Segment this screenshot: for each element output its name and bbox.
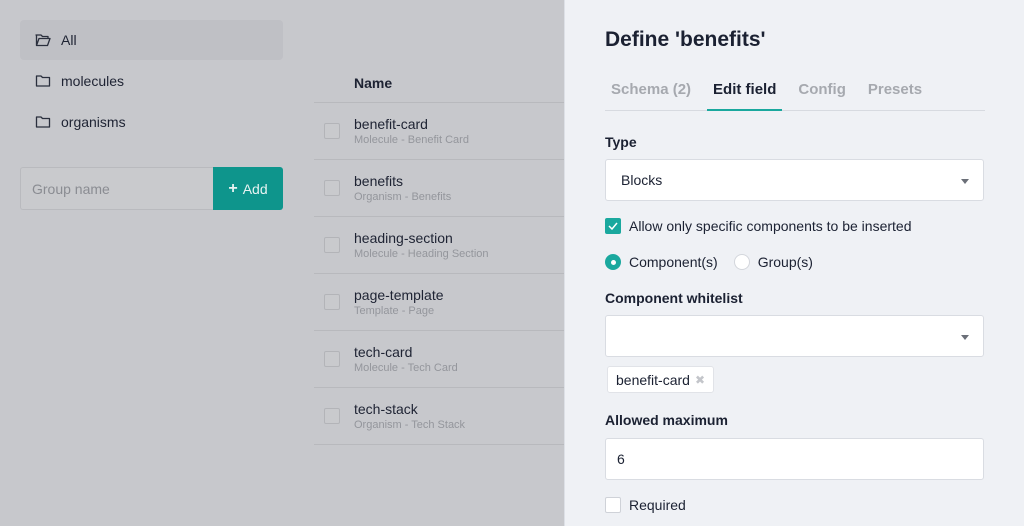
row-name: tech-card — [354, 343, 413, 360]
column-header-name[interactable]: Name — [314, 63, 564, 103]
row-checkbox[interactable] — [324, 294, 340, 310]
row-subtitle: Organism - Tech Stack — [354, 418, 466, 431]
radio-groups-label[interactable]: Group(s) — [758, 254, 813, 270]
group-item-all[interactable]: All — [20, 20, 283, 60]
type-select[interactable]: Blocks — [605, 159, 984, 201]
table-row[interactable]: page-template Template - Page — [314, 274, 564, 331]
add-group-button[interactable]: + Add — [213, 167, 283, 210]
required-row: Required — [605, 497, 686, 513]
remove-tag-icon[interactable]: ✖ — [695, 373, 705, 387]
radio-dot — [610, 259, 616, 265]
whitelist-type-radios: Component(s) Group(s) — [605, 254, 829, 270]
folder-icon — [35, 75, 51, 87]
tab-edit-field[interactable]: Edit field — [707, 72, 783, 111]
caret-down-icon — [961, 179, 969, 184]
row-name: page-template — [354, 286, 444, 303]
row-subtitle: Molecule - Benefit Card — [354, 133, 469, 146]
row-name: benefits — [354, 172, 404, 189]
max-label: Allowed maximum — [605, 412, 728, 428]
required-label[interactable]: Required — [629, 497, 686, 513]
row-name: benefit-card — [354, 115, 428, 132]
row-subtitle: Template - Page — [354, 304, 435, 317]
row-checkbox[interactable] — [324, 351, 340, 367]
group-item-molecules[interactable]: molecules — [20, 61, 283, 101]
type-label: Type — [605, 134, 637, 150]
caret-down-icon — [961, 335, 969, 340]
tag-label: benefit-card — [616, 371, 690, 388]
add-label: Add — [242, 180, 268, 197]
radio-components[interactable] — [605, 254, 621, 270]
overlay-backdrop[interactable]: All molecules organisms + Add Name benef… — [0, 0, 564, 526]
checkmark-icon — [608, 222, 618, 230]
define-panel: Define 'benefits' Schema (2) Edit field … — [564, 0, 1024, 526]
group-item-organisms[interactable]: organisms — [20, 102, 283, 142]
components-table: Name benefit-card Molecule - Benefit Card… — [314, 63, 564, 445]
whitelist-tag: benefit-card ✖ — [607, 366, 714, 393]
group-label: All — [61, 32, 77, 48]
group-label: molecules — [61, 73, 125, 89]
group-label: organisms — [61, 114, 126, 130]
plus-icon: + — [228, 179, 238, 197]
panel-tabs: Schema (2) Edit field Config Presets — [605, 72, 985, 111]
tab-schema[interactable]: Schema (2) — [605, 72, 697, 111]
row-checkbox[interactable] — [324, 408, 340, 424]
allow-specific-row: Allow only specific components to be ins… — [605, 218, 911, 234]
whitelist-label: Component whitelist — [605, 290, 743, 306]
row-subtitle: Molecule - Tech Card — [354, 361, 458, 374]
allow-specific-checkbox[interactable] — [605, 218, 621, 234]
add-group-form: + Add — [20, 167, 283, 210]
folder-icon — [35, 116, 51, 128]
table-row[interactable]: benefit-card Molecule - Benefit Card — [314, 103, 564, 160]
group-name-input[interactable] — [20, 167, 213, 210]
row-checkbox[interactable] — [324, 180, 340, 196]
allow-specific-label[interactable]: Allow only specific components to be ins… — [629, 218, 911, 234]
allowed-maximum-input[interactable] — [605, 438, 984, 480]
radio-groups[interactable] — [733, 254, 750, 270]
row-subtitle: Molecule - Heading Section — [354, 247, 489, 260]
required-checkbox[interactable] — [605, 497, 621, 513]
row-name: tech-stack — [354, 400, 418, 417]
row-name: heading-section — [354, 229, 453, 246]
panel-title: Define 'benefits' — [605, 28, 766, 51]
row-checkbox[interactable] — [324, 237, 340, 253]
radio-components-label[interactable]: Component(s) — [629, 254, 718, 270]
type-value: Blocks — [621, 172, 663, 188]
row-checkbox[interactable] — [324, 123, 340, 139]
row-subtitle: Organism - Benefits — [354, 190, 452, 203]
table-row[interactable]: benefits Organism - Benefits — [314, 160, 564, 217]
table-row[interactable]: heading-section Molecule - Heading Sectio… — [314, 217, 564, 274]
tab-presets[interactable]: Presets — [862, 72, 928, 111]
table-row[interactable]: tech-stack Organism - Tech Stack — [314, 388, 564, 445]
whitelist-select[interactable] — [605, 315, 984, 357]
tab-config[interactable]: Config — [792, 72, 851, 111]
group-list: All molecules organisms — [20, 20, 283, 143]
table-row[interactable]: tech-card Molecule - Tech Card — [314, 331, 564, 388]
folder-open-icon — [35, 34, 51, 47]
